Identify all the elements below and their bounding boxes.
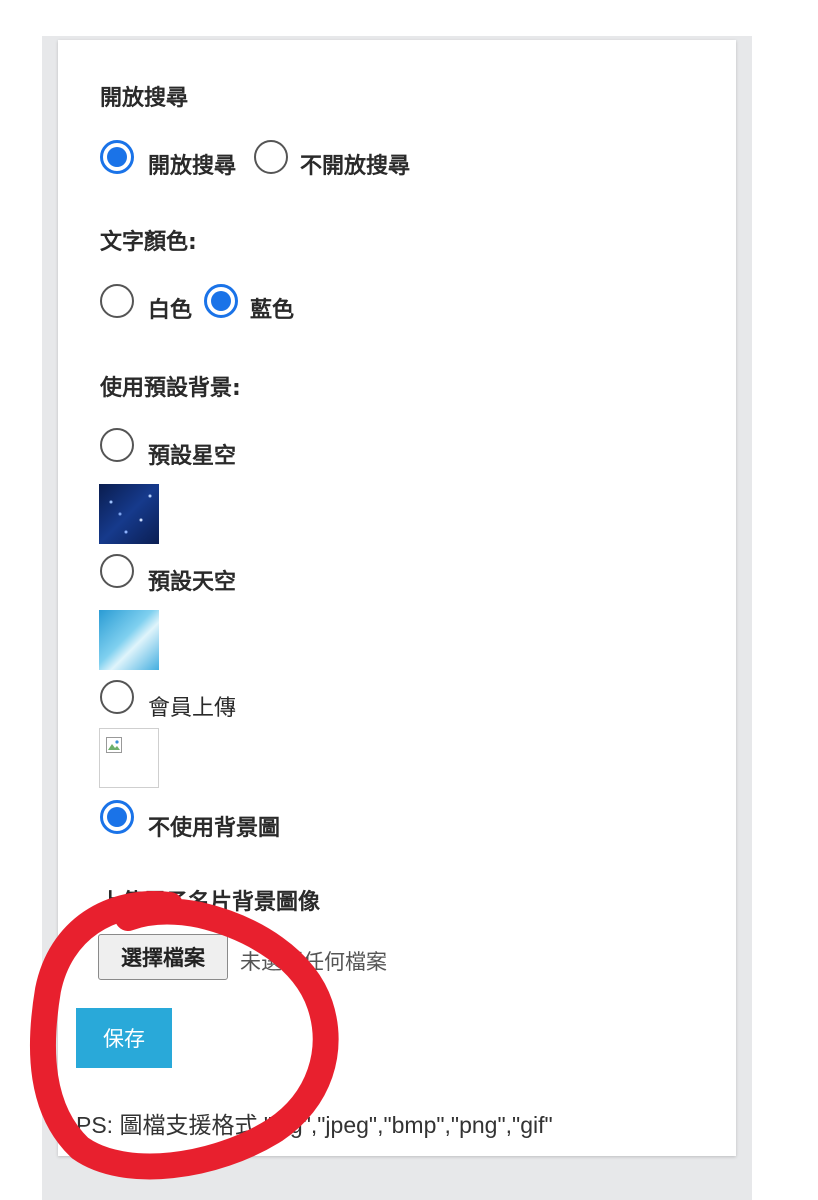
radio-bg-sky-label: 預設天空 <box>148 570 237 595</box>
radio-open-search[interactable] <box>100 140 134 174</box>
radio-bg-starry[interactable] <box>100 428 134 462</box>
radio-bg-none[interactable] <box>100 800 134 834</box>
radio-bg-sky[interactable] <box>100 554 134 588</box>
upload-section-title: 上傳電子名片背景圖像 <box>100 890 321 915</box>
radio-color-white[interactable] <box>100 284 134 318</box>
broken-image-icon <box>106 737 122 753</box>
save-button[interactable]: 保存 <box>76 1008 172 1068</box>
background-section-title: 使用預設背景: <box>100 376 241 401</box>
radio-open-search-label: 開放搜尋 <box>148 154 237 179</box>
no-file-chosen-text: 未選擇任何檔案 <box>240 950 387 974</box>
radio-no-search-label: 不開放搜尋 <box>300 154 411 179</box>
ps-format-note: PS: 圖檔支援格式 "jpg","jpeg","bmp","png","gif… <box>76 1112 553 1138</box>
radio-no-search[interactable] <box>254 140 288 174</box>
settings-card <box>58 40 736 1156</box>
starry-sky-thumbnail <box>99 484 159 544</box>
radio-bg-starry-label: 預設星空 <box>148 444 237 469</box>
radio-color-blue[interactable] <box>204 284 238 318</box>
choose-file-button[interactable]: 選擇檔案 <box>98 934 228 980</box>
radio-color-white-label: 白色 <box>148 298 193 323</box>
radio-color-blue-label: 藍色 <box>250 298 295 323</box>
search-section-title: 開放搜尋 <box>100 86 189 111</box>
radio-bg-member-upload[interactable] <box>100 680 134 714</box>
radio-bg-none-label: 不使用背景圖 <box>148 816 281 841</box>
text-color-section-title: 文字顏色: <box>100 230 197 255</box>
radio-bg-member-upload-label: 會員上傳 <box>148 696 237 721</box>
broken-image-thumbnail <box>99 728 159 788</box>
sky-thumbnail <box>99 610 159 670</box>
